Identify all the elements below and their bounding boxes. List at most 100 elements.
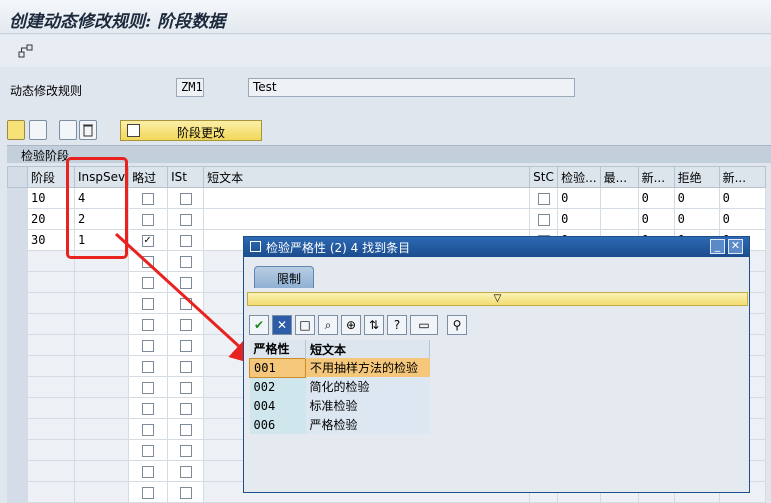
cell-stage[interactable]: [27, 334, 75, 356]
new-doc-icon[interactable]: □: [295, 315, 315, 335]
skip-checkbox[interactable]: [142, 465, 155, 478]
skip-checkbox[interactable]: [142, 423, 155, 436]
row-selector[interactable]: [7, 334, 28, 356]
cell-stage[interactable]: [27, 460, 75, 482]
ist-checkbox[interactable]: [179, 318, 192, 331]
row-selector[interactable]: [7, 418, 28, 440]
collapse-restrictions-bar[interactable]: ▽: [247, 292, 748, 306]
cell-short-text[interactable]: [203, 208, 531, 230]
cell-stage[interactable]: [27, 355, 75, 377]
cell-stage[interactable]: [27, 439, 75, 461]
cell-inspsev[interactable]: [73, 271, 130, 293]
ist-checkbox[interactable]: [179, 465, 192, 478]
ist-checkbox[interactable]: [179, 444, 192, 457]
ist-checkbox[interactable]: [179, 234, 192, 247]
stc-checkbox[interactable]: [537, 192, 550, 205]
skip-checkbox[interactable]: [142, 276, 155, 289]
info-icon[interactable]: ?: [387, 315, 407, 335]
skip-checkbox[interactable]: [142, 255, 155, 268]
col-reject[interactable]: 拒绝: [673, 166, 720, 188]
row-selector[interactable]: [7, 250, 28, 272]
hierarchy-icon[interactable]: [18, 44, 34, 58]
cell-inspsev[interactable]: [73, 313, 130, 335]
find-icon[interactable]: ⌕: [318, 315, 338, 335]
item-text[interactable]: 严格检验: [305, 415, 430, 434]
row-selector[interactable]: [7, 355, 28, 377]
skip-checkbox[interactable]: [142, 192, 155, 205]
ist-checkbox[interactable]: [179, 339, 192, 352]
cell-inspsev[interactable]: [73, 481, 130, 503]
skip-checkbox[interactable]: [142, 318, 155, 331]
cell-new1[interactable]: 0: [637, 187, 675, 209]
close-button[interactable]: ✕: [728, 239, 743, 254]
skip-checkbox[interactable]: [142, 381, 155, 394]
item-text[interactable]: 标准检验: [305, 396, 430, 415]
new-entry-button[interactable]: [59, 120, 77, 140]
cell-stage[interactable]: [27, 292, 75, 314]
ist-checkbox[interactable]: [179, 192, 192, 205]
cell-stage[interactable]: [27, 271, 75, 293]
skip-checkbox[interactable]: [142, 402, 155, 415]
row-selector-header[interactable]: [7, 166, 28, 188]
stage-change-button[interactable]: 阶段更改: [120, 120, 262, 141]
row-selector[interactable]: [7, 187, 28, 209]
row-selector[interactable]: [7, 208, 28, 230]
skip-checkbox[interactable]: [142, 297, 155, 310]
cell-inspsev[interactable]: [73, 292, 130, 314]
print-icon[interactable]: ▭: [410, 315, 438, 335]
rule-code-field[interactable]: ZM1: [176, 78, 204, 97]
select-all-button[interactable]: [7, 120, 25, 140]
col-new1[interactable]: 新...: [637, 166, 675, 188]
cell-inspsev[interactable]: [73, 355, 130, 377]
ist-checkbox[interactable]: [179, 255, 192, 268]
cancel-icon[interactable]: ✕: [272, 315, 292, 335]
row-selector[interactable]: [7, 376, 28, 398]
ist-checkbox[interactable]: [179, 297, 192, 310]
row-selector[interactable]: [7, 292, 28, 314]
find-next-icon[interactable]: ⊕: [341, 315, 361, 335]
cell-new1[interactable]: 0: [637, 208, 675, 230]
cell-stage[interactable]: [27, 418, 75, 440]
sort-icon[interactable]: ⇅: [364, 315, 384, 335]
col-insp[interactable]: 检验...: [557, 166, 601, 188]
row-selector[interactable]: [7, 439, 28, 461]
col-skip[interactable]: 略过: [128, 166, 169, 188]
skip-checkbox[interactable]: [142, 213, 155, 226]
col-max[interactable]: 最...: [599, 166, 639, 188]
stc-checkbox[interactable]: [537, 213, 550, 226]
row-selector[interactable]: [7, 481, 28, 503]
cell-inspsev[interactable]: [73, 376, 130, 398]
row-selector[interactable]: [7, 271, 28, 293]
col-short-text[interactable]: 短文本: [203, 166, 531, 188]
cell-inspsev[interactable]: [73, 460, 130, 482]
row-selector[interactable]: [7, 229, 28, 251]
list-header-short-text[interactable]: 短文本: [305, 340, 430, 358]
skip-checkbox[interactable]: [142, 339, 155, 352]
cell-stage[interactable]: [27, 481, 75, 503]
ist-checkbox[interactable]: [179, 360, 192, 373]
list-item[interactable]: 006 严格检验: [249, 415, 430, 434]
cell-stage[interactable]: [27, 313, 75, 335]
cell-reject[interactable]: 0: [673, 187, 720, 209]
cell-inspsev[interactable]: [73, 334, 130, 356]
ist-checkbox[interactable]: [179, 213, 192, 226]
ist-checkbox[interactable]: [179, 381, 192, 394]
skip-checkbox[interactable]: [142, 233, 155, 247]
row-selector[interactable]: [7, 460, 28, 482]
tab-restrictions[interactable]: 限制: [254, 266, 314, 288]
cell-stage[interactable]: [27, 376, 75, 398]
cell-max[interactable]: [599, 208, 639, 230]
rule-text-field[interactable]: Test: [248, 78, 575, 97]
list-item[interactable]: 004 标准检验: [249, 396, 430, 415]
skip-checkbox[interactable]: [142, 444, 155, 457]
cell-reject[interactable]: 0: [673, 208, 720, 230]
deselect-button[interactable]: [29, 120, 47, 140]
cell-insp[interactable]: 0: [557, 187, 601, 209]
item-code[interactable]: 004: [249, 396, 306, 415]
list-item[interactable]: 001 不用抽样方法的检验: [249, 357, 430, 378]
ist-checkbox[interactable]: [179, 423, 192, 436]
cell-insp[interactable]: 0: [557, 208, 601, 230]
cell-stage[interactable]: [27, 397, 75, 419]
cell-short-text[interactable]: [203, 187, 531, 209]
cell-new2[interactable]: 0: [718, 208, 766, 230]
